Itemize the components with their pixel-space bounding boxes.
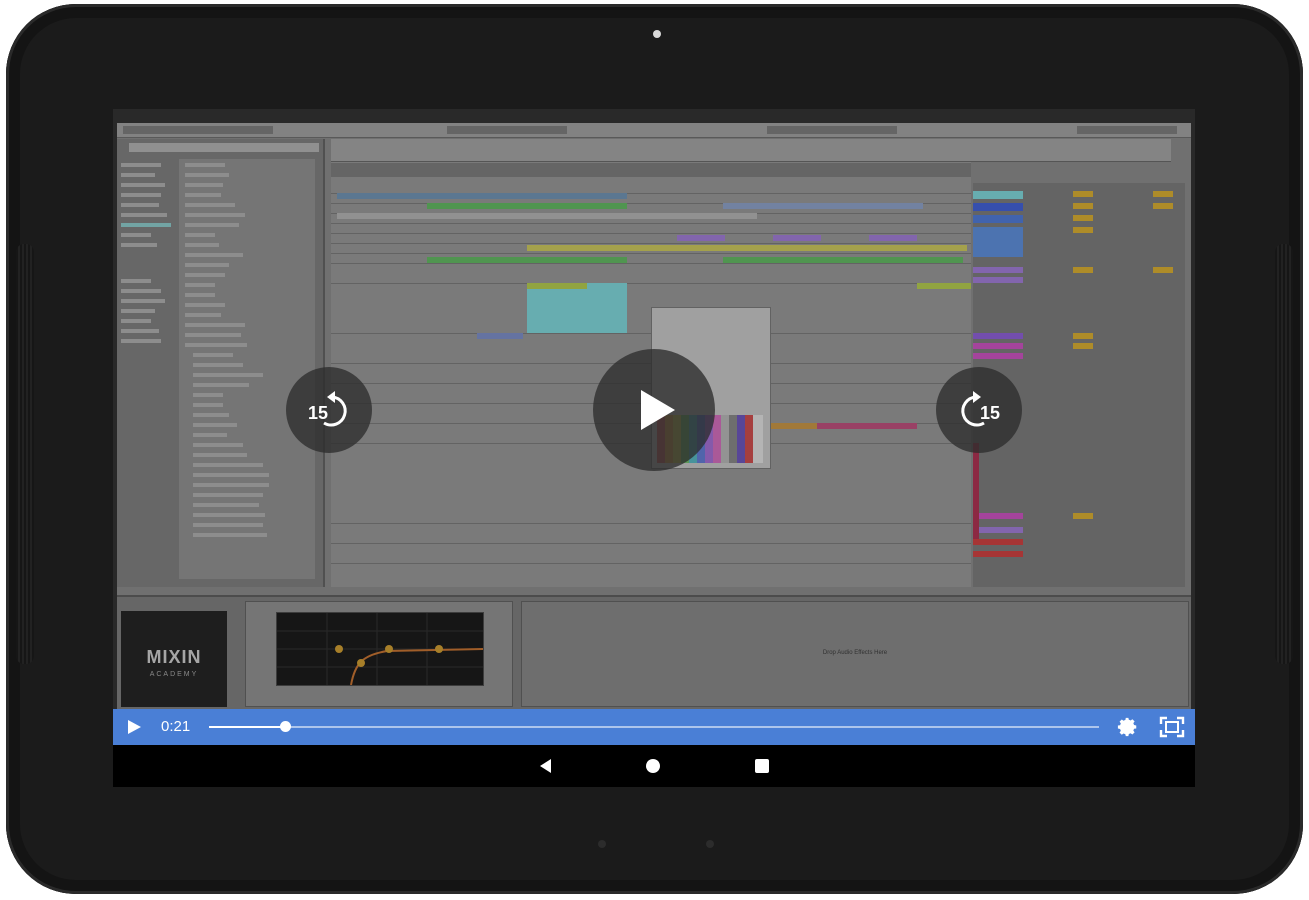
bottom-sensor-left bbox=[598, 840, 606, 848]
rewind-15-icon bbox=[323, 391, 347, 427]
forward-seconds-label: 15 bbox=[980, 403, 1001, 423]
video-frame[interactable]: MIXIN ACADEMY Drop Audio Effects Here 15… bbox=[113, 109, 1195, 709]
back-icon[interactable] bbox=[537, 758, 553, 774]
fullscreen-icon[interactable] bbox=[1159, 716, 1185, 738]
rewind-15-button[interactable]: 15 bbox=[286, 367, 372, 453]
bottom-sensor-right bbox=[706, 840, 714, 848]
elapsed-time: 0:21 bbox=[161, 718, 191, 735]
seek-handle[interactable] bbox=[279, 721, 291, 732]
tablet-screen: MIXIN ACADEMY Drop Audio Effects Here 15… bbox=[113, 109, 1195, 787]
speaker-grille-left bbox=[16, 244, 34, 664]
forward-15-icon bbox=[961, 391, 985, 427]
player-control-bar: 0:21 bbox=[113, 709, 1195, 745]
home-icon[interactable] bbox=[646, 759, 660, 773]
forward-15-button[interactable]: 15 bbox=[936, 367, 1022, 453]
play-icon[interactable] bbox=[125, 719, 143, 735]
gear-icon[interactable] bbox=[1117, 716, 1139, 738]
front-camera bbox=[653, 30, 661, 38]
android-navigation-bar bbox=[113, 745, 1195, 787]
seek-bar[interactable] bbox=[209, 721, 1099, 732]
play-icon bbox=[641, 390, 675, 430]
speaker-grille-right bbox=[1275, 244, 1293, 664]
play-button[interactable] bbox=[593, 349, 715, 471]
rewind-seconds-label: 15 bbox=[308, 403, 329, 423]
seek-progress bbox=[209, 726, 285, 728]
recents-icon[interactable] bbox=[755, 759, 769, 773]
